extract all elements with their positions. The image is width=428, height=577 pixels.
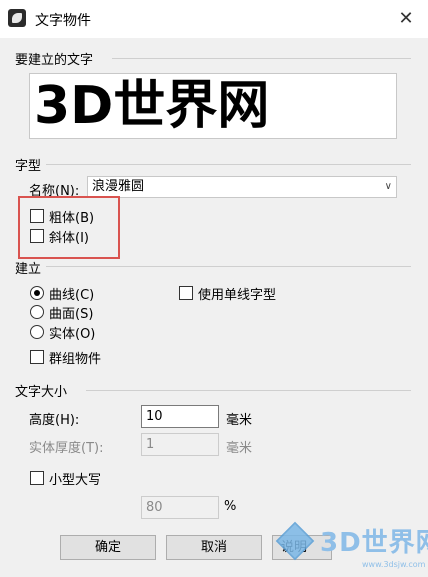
solid-radio[interactable] — [30, 325, 44, 339]
watermark-logo: 3D世界网 www.3dsjw.com — [275, 520, 428, 575]
font-name-value: 浪漫雅圆 — [92, 179, 145, 194]
cube-icon — [275, 521, 315, 561]
highlight-box — [18, 196, 120, 259]
surface-label: 曲面(S) — [49, 307, 94, 322]
window-title: 文字物件 — [35, 13, 91, 29]
font-section-heading: 字型 — [15, 159, 42, 174]
group-objects-checkbox[interactable] — [30, 350, 44, 364]
height-unit: 毫米 — [226, 413, 253, 428]
surface-radio[interactable] — [30, 305, 44, 319]
text-input-preview[interactable]: 3D世界网 — [29, 73, 397, 139]
divider — [86, 390, 411, 391]
single-stroke-label: 使用单线字型 — [198, 288, 277, 303]
height-input[interactable]: 10 — [141, 405, 219, 428]
divider — [46, 266, 411, 267]
thickness-label: 实体厚度(T): — [29, 441, 104, 456]
group-objects-label: 群组物件 — [49, 352, 102, 367]
watermark-text: 3D世界网 — [320, 528, 428, 558]
font-name-select[interactable]: 浪漫雅圆 ∨ — [87, 176, 397, 198]
title-bar: 文字物件 ✕ — [0, 0, 428, 38]
curve-label: 曲线(C) — [49, 288, 95, 303]
small-caps-unit: % — [224, 499, 237, 514]
cancel-button[interactable]: 取消 — [166, 535, 262, 560]
text-object-dialog: 文字物件 ✕ 要建立的文字 3D世界网 字型 名称(N): 浪漫雅圆 ∨ 粗体(… — [0, 0, 428, 577]
close-icon[interactable]: ✕ — [392, 5, 420, 33]
create-section-heading: 建立 — [15, 262, 42, 277]
solid-label: 实体(O) — [49, 327, 96, 342]
single-stroke-checkbox[interactable] — [179, 286, 193, 300]
rhino-app-icon — [8, 9, 26, 27]
ok-button[interactable]: 确定 — [60, 535, 156, 560]
height-label: 高度(H): — [29, 413, 80, 428]
chevron-down-icon: ∨ — [384, 181, 392, 192]
divider — [46, 164, 411, 165]
thickness-input[interactable]: 1 — [141, 433, 219, 456]
size-section-heading: 文字大小 — [15, 385, 68, 400]
small-caps-label: 小型大写 — [49, 473, 102, 488]
small-caps-input[interactable]: 80 — [141, 496, 219, 519]
curve-radio[interactable] — [30, 286, 44, 300]
small-caps-checkbox[interactable] — [30, 471, 44, 485]
thickness-unit: 毫米 — [226, 441, 253, 456]
divider — [112, 58, 411, 59]
watermark-url: www.3dsjw.com — [362, 560, 426, 569]
text-section-heading: 要建立的文字 — [15, 53, 94, 68]
